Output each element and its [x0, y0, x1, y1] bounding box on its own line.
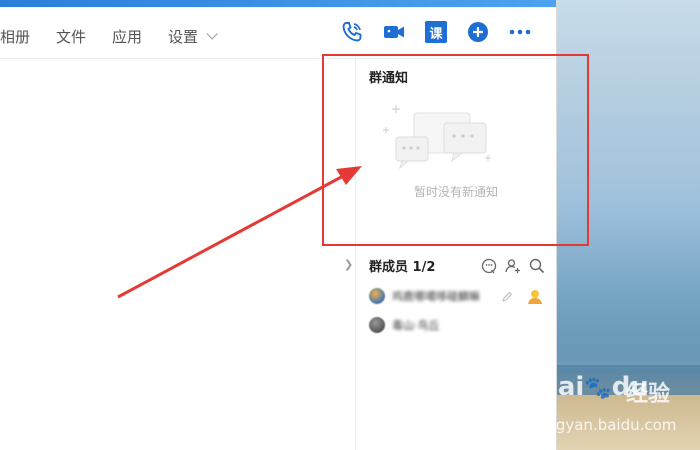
member-row[interactable]: 毒山·鸟丘: [369, 317, 440, 333]
tab-bar: 相册 文件 应用 设置: [0, 18, 240, 54]
desktop-hills: [556, 300, 700, 370]
video-call-icon[interactable]: [382, 20, 406, 44]
tab-settings[interactable]: 设置: [168, 26, 218, 47]
tab-files-label: 文件: [56, 27, 87, 46]
annotation-highlight-box: [322, 54, 589, 246]
add-circle-icon[interactable]: [466, 20, 490, 44]
group-owner-badge-icon: [528, 290, 542, 304]
group-members-title[interactable]: 群成员 1/2: [369, 256, 435, 275]
course-icon[interactable]: 课: [424, 20, 448, 44]
baidu-jingyan-watermark: Bai🐾du 经验 jingyan.baidu.com: [538, 372, 698, 444]
edit-icon[interactable]: [501, 291, 513, 303]
more-icon[interactable]: [508, 20, 532, 44]
member-row[interactable]: 鸡鹿哪噶哆碰麟嘛: [369, 288, 480, 304]
member-tools: [480, 257, 552, 275]
watermark-jingyan: 经验: [626, 382, 671, 407]
course-label: 课: [425, 21, 447, 43]
member-name: 鸡鹿哪噶哆碰麟嘛: [392, 290, 480, 303]
tab-files[interactable]: 文件: [56, 26, 86, 47]
collapse-panel-icon[interactable]: ❯: [344, 258, 353, 271]
group-chat-icon[interactable]: [480, 257, 498, 275]
tab-album[interactable]: 相册: [0, 26, 30, 47]
chevron-down-icon: [206, 28, 218, 40]
invite-member-icon[interactable]: [504, 257, 522, 275]
tab-album-label: 相册: [0, 27, 31, 46]
tab-apps[interactable]: 应用: [112, 26, 142, 47]
search-member-icon[interactable]: [528, 257, 546, 275]
phone-icon[interactable]: [340, 20, 364, 44]
window-title-bar: [0, 0, 556, 7]
window-toolbar: 课: [340, 20, 532, 44]
tab-apps-label: 应用: [112, 27, 143, 46]
tab-settings-label: 设置: [168, 27, 199, 46]
member-avatar: [369, 317, 385, 333]
member-name: 毒山·鸟丘: [392, 319, 440, 332]
watermark-url: jingyan.baidu.com: [538, 416, 677, 434]
member-avatar: [369, 288, 385, 304]
